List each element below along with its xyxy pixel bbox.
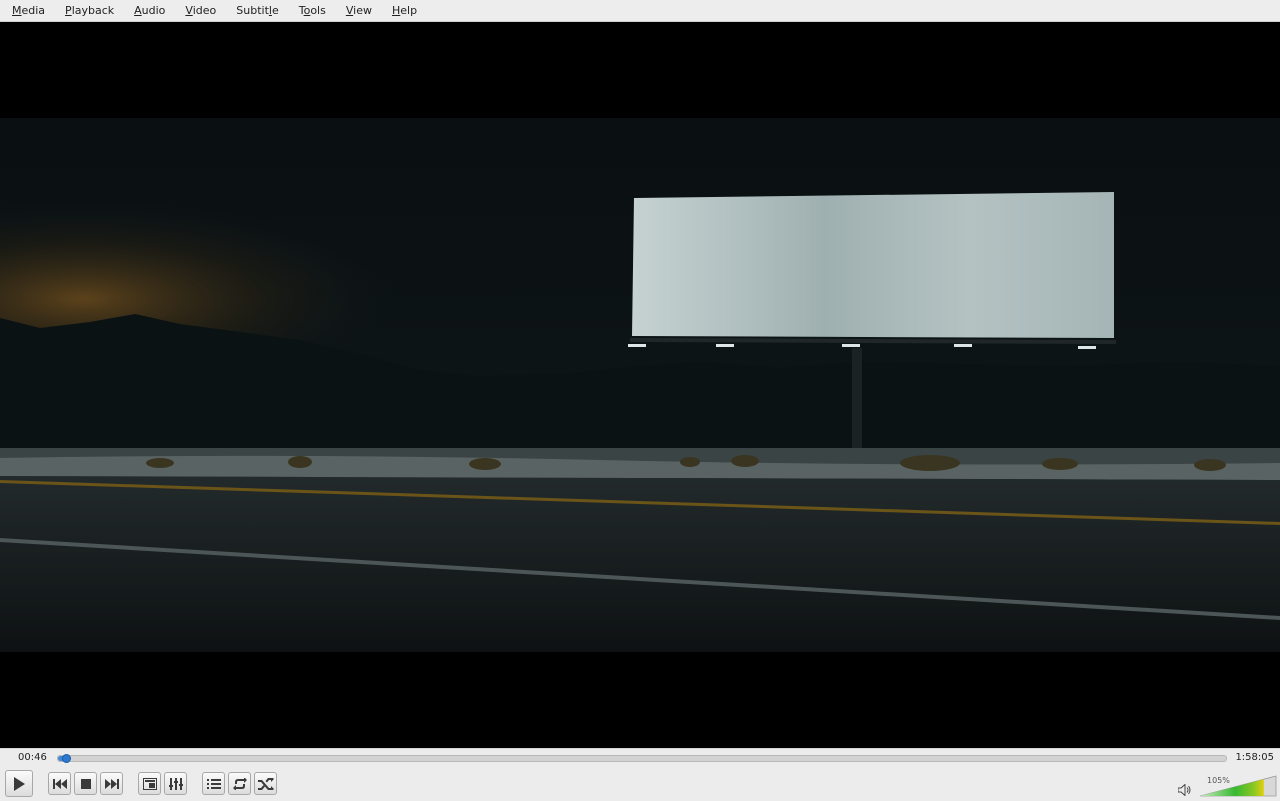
menu-help-label: Help (391, 4, 418, 17)
menu-subtitle-label: Subtitle (236, 4, 279, 17)
elapsed-time: 00:46 (18, 752, 47, 763)
menu-audio-label: Audio (134, 4, 166, 17)
menu-media-label: Media (12, 4, 46, 17)
extended-settings-button[interactable] (164, 772, 187, 795)
play-icon (14, 776, 25, 791)
play-button[interactable] (5, 770, 33, 797)
previous-button[interactable] (48, 772, 71, 795)
menu-media[interactable]: Media (0, 0, 53, 21)
control-panel: 00:46 1:58:05 (0, 748, 1280, 801)
stop-button[interactable] (74, 772, 97, 795)
total-time[interactable]: 1:58:05 (1235, 752, 1274, 763)
skip-previous-icon (52, 778, 67, 789)
shuffle-button[interactable] (254, 772, 277, 795)
stop-icon (80, 778, 91, 789)
shuffle-icon (257, 777, 274, 790)
volume-slider[interactable] (1198, 775, 1278, 797)
menu-subtitle[interactable]: Subtitle (224, 0, 286, 21)
menu-tools-label: Tools (298, 4, 326, 17)
menu-bar: Media Playback Audio Video Subtitle Tool… (0, 0, 1280, 22)
skip-next-icon (104, 778, 119, 789)
playlist-icon (206, 778, 221, 789)
seek-slider[interactable] (57, 754, 1227, 763)
menu-view[interactable]: View (334, 0, 380, 21)
fullscreen-icon (142, 777, 157, 790)
menu-help[interactable]: Help (380, 0, 425, 21)
playlist-button[interactable] (202, 772, 225, 795)
video-display[interactable] (0, 22, 1280, 748)
seek-handle[interactable] (61, 754, 71, 763)
menu-video-label: Video (185, 4, 217, 17)
menu-playback[interactable]: Playback (53, 0, 122, 21)
loop-button[interactable] (228, 772, 251, 795)
menu-playback-label: Playback (65, 4, 115, 17)
menu-view-label: View (345, 4, 372, 17)
menu-video[interactable]: Video (173, 0, 224, 21)
speaker-icon[interactable] (1178, 784, 1192, 796)
menu-tools[interactable]: Tools (287, 0, 334, 21)
video-frame-image (0, 118, 1280, 652)
next-button[interactable] (100, 772, 123, 795)
fullscreen-button[interactable] (138, 772, 161, 795)
video-frame (0, 118, 1280, 652)
loop-icon (232, 777, 247, 790)
menu-audio[interactable]: Audio (122, 0, 173, 21)
equalizer-icon (168, 777, 183, 790)
